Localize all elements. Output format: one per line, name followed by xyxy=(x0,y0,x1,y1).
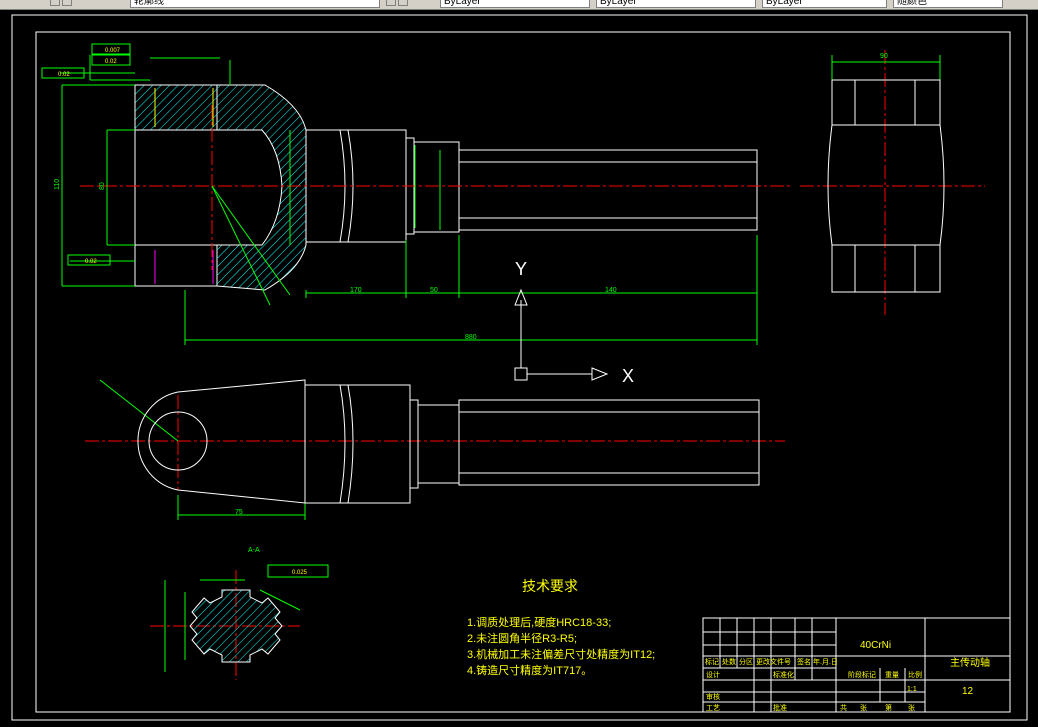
svg-text:4.铸造尺寸精度为IT717。: 4.铸造尺寸精度为IT717。 xyxy=(467,663,592,677)
svg-text:0.02: 0.02 xyxy=(85,259,97,265)
svg-text:2.未注圆角半径R3-R5;: 2.未注圆角半径R3-R5; xyxy=(467,631,577,645)
svg-text:0.007: 0.007 xyxy=(105,48,121,54)
inner-frame xyxy=(35,31,1011,713)
section-aa xyxy=(189,589,283,663)
properties-toolbar: 轮廓线 ByLayer ByLayer ByLayer 随颜色 xyxy=(0,0,1038,10)
tech-title: 技术要求 xyxy=(522,579,578,595)
section-label: A-A xyxy=(248,547,260,554)
drawing-canvas[interactable]: 880 170 50 140 110 80 90 75 A-A 0.007 0.… xyxy=(0,10,1038,722)
svg-text:1.调质处理后,硬度HRC18-33;: 1.调质处理后,硬度HRC18-33; xyxy=(467,615,611,629)
dim-c: 140 xyxy=(605,287,617,294)
ucs-y-label: Y xyxy=(515,259,527,279)
cad-drawing: 880 170 50 140 110 80 90 75 A-A 0.007 0.… xyxy=(11,14,1028,721)
ucs-x-label: X xyxy=(622,366,634,386)
svg-text:设计: 设计 xyxy=(706,670,720,679)
layer-freeze-icon[interactable] xyxy=(62,0,72,6)
layer-previous-icon[interactable] xyxy=(398,0,408,6)
make-current-icon[interactable] xyxy=(386,0,396,6)
linetype-dropdown[interactable]: ByLayer xyxy=(596,0,756,8)
svg-text:张: 张 xyxy=(860,703,867,712)
tech-notes: 1.调质处理后,硬度HRC18-33; 2.未注圆角半径R3-R5; 3.机械加… xyxy=(467,615,655,677)
svg-text:张: 张 xyxy=(908,703,915,712)
title-block-texts: 标记 处数 分区 更改文件号 签名 年.月.日 设计 标准化 阶段标记 重量 比… xyxy=(705,657,922,712)
svg-text:审核: 审核 xyxy=(706,692,720,701)
svg-text:分区: 分区 xyxy=(739,657,753,666)
dim-b: 50 xyxy=(430,287,438,294)
svg-text:处数: 处数 xyxy=(722,657,736,666)
dim-width-right: 90 xyxy=(880,53,888,60)
lineweight-dropdown[interactable]: ByLayer xyxy=(762,0,887,8)
svg-text:0.02: 0.02 xyxy=(105,59,117,65)
color-dropdown[interactable]: ByLayer xyxy=(440,0,590,8)
svg-text:第: 第 xyxy=(885,703,892,712)
svg-text:标准化: 标准化 xyxy=(773,670,794,679)
svg-text:重量: 重量 xyxy=(885,671,899,679)
svg-text:标记: 标记 xyxy=(705,657,719,666)
layer-state-icon[interactable] xyxy=(50,0,60,6)
svg-text:更改文件号: 更改文件号 xyxy=(756,657,791,666)
svg-text:3.机械加工未注偏差尺寸处精度为IT12;: 3.机械加工未注偏差尺寸处精度为IT12; xyxy=(467,647,655,661)
dim-height-inner: 80 xyxy=(99,182,106,190)
plotstyle-dropdown[interactable]: 随颜色 xyxy=(893,0,1003,8)
svg-text:工艺: 工艺 xyxy=(706,704,720,712)
dim-height-main: 110 xyxy=(54,179,61,190)
dim-bottom-len: 75 xyxy=(235,509,243,516)
svg-text:年.月.日: 年.月.日 xyxy=(813,657,838,666)
layer-dropdown[interactable]: 轮廓线 xyxy=(130,0,380,8)
sheet-no-text: 12 xyxy=(962,686,974,697)
material-text: 40CrNi xyxy=(860,640,891,651)
svg-text:0.02: 0.02 xyxy=(58,72,70,78)
svg-text:批准: 批准 xyxy=(773,703,787,712)
svg-text:签名: 签名 xyxy=(797,657,811,666)
dim-a: 170 xyxy=(350,287,362,294)
front-view xyxy=(134,84,758,291)
dimensions xyxy=(60,55,941,672)
svg-text:0.025: 0.025 xyxy=(292,570,308,576)
svg-text:阶段标记: 阶段标记 xyxy=(848,670,876,679)
ucs-icon xyxy=(514,288,609,381)
part-name-text: 主传动轴 xyxy=(950,656,990,669)
svg-text:共: 共 xyxy=(840,703,847,712)
svg-text:比例: 比例 xyxy=(908,670,922,679)
svg-text:1:1: 1:1 xyxy=(907,686,917,693)
dim-overall: 880 xyxy=(465,334,477,341)
